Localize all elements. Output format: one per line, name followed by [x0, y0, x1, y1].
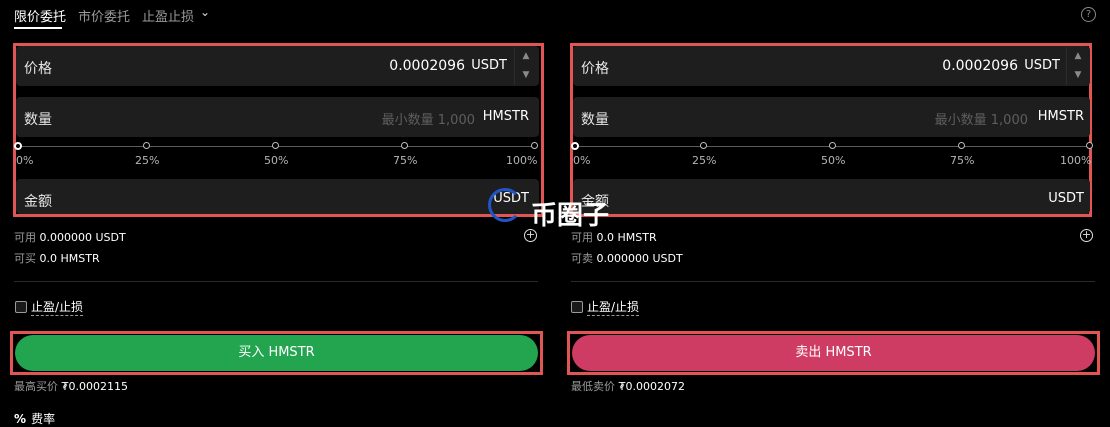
buy-slider-stop[interactable] — [401, 142, 408, 149]
sell-slider-tick: 75% — [950, 154, 975, 167]
sell-best-price: 最低卖价 ₮0.0002072 — [571, 380, 685, 393]
sell-quantity-label: 数量 — [581, 112, 609, 128]
fee-label[interactable]: 费率 — [31, 412, 55, 426]
sell-slider-tick: 100% — [1060, 154, 1092, 167]
buy-slider-tick: 0% — [16, 154, 34, 167]
buy-slider-tick: 75% — [393, 154, 418, 167]
buy-price-label: 价格 — [24, 61, 52, 77]
sell-slider-stop[interactable] — [958, 142, 965, 149]
buy-available: 可用 0.000000 USDT — [14, 231, 126, 244]
stepper-down-icon[interactable]: ▼ — [515, 66, 537, 85]
stepper-up-icon[interactable]: ▲ — [1067, 47, 1089, 66]
buy-price-field[interactable]: 价格 0.0002096 USDT ▲ ▼ — [16, 46, 539, 86]
watermark-text: 币圈子 — [531, 201, 610, 231]
sell-quantity-field[interactable]: 数量 最小数量 1,000 HMSTR — [573, 97, 1090, 137]
sell-quantity-input[interactable]: 最小数量 1,000 — [935, 109, 1028, 128]
buy-slider-tick: 25% — [135, 154, 160, 167]
buy-slider-stop[interactable] — [272, 142, 279, 149]
buy-quantity-input[interactable]: 最小数量 1,000 — [382, 109, 475, 128]
buy-slider-stop[interactable] — [143, 142, 150, 149]
buy-can-buy: 可买 0.0 HMSTR — [14, 252, 100, 265]
sell-slider-handle[interactable] — [571, 142, 579, 150]
tab-tp-sl[interactable]: 止盈止损 — [142, 6, 194, 25]
sell-price-label: 价格 — [581, 61, 609, 77]
stepper-down-icon[interactable]: ▼ — [1067, 66, 1089, 85]
sell-price-value[interactable]: 0.0002096 — [942, 58, 1018, 74]
sell-slider-tick: 25% — [692, 154, 717, 167]
sell-slider-tick: 0% — [573, 154, 591, 167]
buy-slider-tick: 100% — [506, 154, 538, 167]
active-tab-indicator — [14, 27, 62, 29]
buy-price-unit: USDT — [471, 58, 507, 73]
buy-slider-stop[interactable] — [531, 142, 538, 149]
buy-quantity-unit: HMSTR — [482, 109, 529, 124]
buy-amount-label: 金额 — [24, 194, 52, 210]
buy-best-price: 最高买价 ₮0.0002115 — [14, 380, 128, 393]
buy-slider-handle[interactable] — [14, 142, 22, 150]
plus-circle-icon[interactable]: + — [1080, 229, 1093, 242]
buy-tpsl-checkbox[interactable] — [15, 301, 27, 313]
sell-divider — [571, 281, 1095, 282]
sell-quantity-unit: HMSTR — [1037, 109, 1084, 124]
sell-price-stepper[interactable]: ▲ ▼ — [1066, 47, 1089, 85]
buy-amount-field[interactable]: 金额 USDT — [16, 179, 539, 214]
sell-amount-unit: USDT — [1048, 191, 1084, 206]
buy-tpsl-label[interactable]: 止盈/止损 — [31, 298, 84, 316]
sell-tpsl-checkbox[interactable] — [571, 301, 583, 313]
buy-slider-tick: 50% — [264, 154, 289, 167]
sell-price-field[interactable]: 价格 0.0002096 USDT ▲ ▼ — [573, 46, 1090, 86]
buy-price-value[interactable]: 0.0002096 — [389, 58, 465, 74]
sell-button[interactable]: 卖出 HMSTR — [572, 335, 1095, 371]
chevron-down-icon[interactable]: ⌄ — [200, 5, 210, 19]
watermark-logo-icon — [488, 188, 522, 222]
sell-slider-tick: 50% — [821, 154, 846, 167]
sell-slider-stop[interactable] — [1086, 142, 1093, 149]
percent-icon: % — [14, 412, 27, 426]
sell-can-sell: 可卖 0.000000 USDT — [571, 252, 683, 265]
buy-price-stepper[interactable]: ▲ ▼ — [514, 47, 537, 85]
help-icon[interactable]: ? — [1081, 7, 1096, 22]
sell-amount-field[interactable]: 金额 USDT — [573, 179, 1090, 214]
fee-row[interactable]: % 费率 — [14, 408, 55, 427]
buy-divider — [14, 281, 538, 282]
stepper-up-icon[interactable]: ▲ — [515, 47, 537, 66]
sell-slider-stop[interactable] — [829, 142, 836, 149]
buy-quantity-label: 数量 — [24, 112, 52, 128]
sell-price-unit: USDT — [1024, 58, 1060, 73]
sell-slider-stop[interactable] — [700, 142, 707, 149]
buy-quantity-field[interactable]: 数量 最小数量 1,000 HMSTR — [16, 97, 539, 137]
tab-market-order[interactable]: 市价委托 — [78, 6, 130, 25]
buy-button[interactable]: 买入 HMSTR — [15, 335, 538, 371]
sell-tpsl-label[interactable]: 止盈/止损 — [587, 298, 640, 316]
tab-limit-order[interactable]: 限价委托 — [14, 6, 66, 25]
